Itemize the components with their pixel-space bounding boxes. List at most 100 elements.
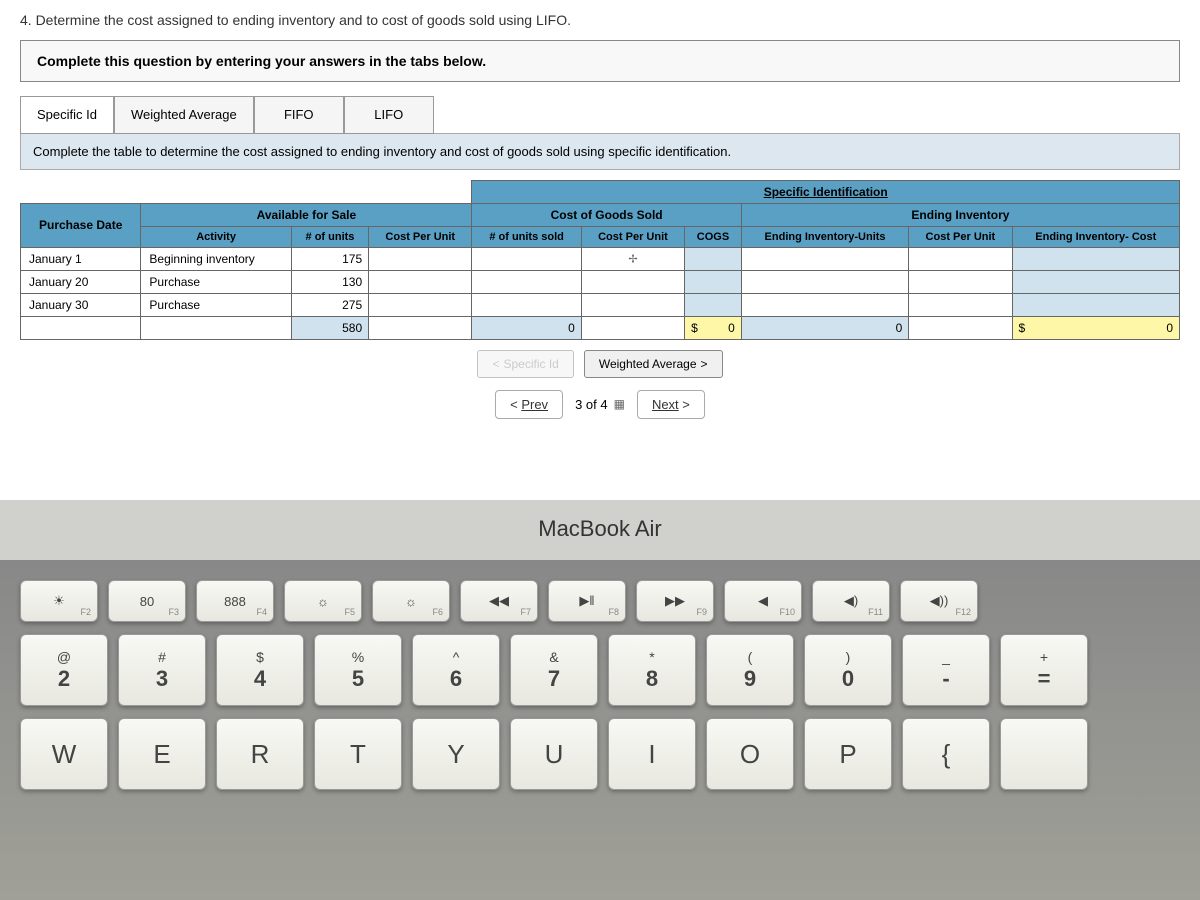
cell-units[interactable]: 175 — [291, 247, 368, 270]
keyboard-number-key: $4 — [216, 634, 304, 706]
cell-total-units: 580 — [291, 316, 368, 339]
col-cpu-end: Cost Per Unit — [909, 226, 1012, 247]
cell-cpu-end[interactable] — [909, 247, 1012, 270]
prev-button[interactable]: < Prev — [495, 390, 563, 419]
cell-units-sold[interactable] — [472, 293, 581, 316]
keyboard-number-key: *8 — [608, 634, 696, 706]
keyboard-fn-key: ◀))F12 — [900, 580, 978, 622]
instruction-box: Complete this question by entering your … — [20, 40, 1180, 82]
prev-tab-button[interactable]: < Specific Id — [477, 350, 573, 378]
cell-units-sold[interactable] — [472, 247, 581, 270]
tabs-row: Specific Id Weighted Average FIFO LIFO — [20, 96, 1180, 134]
col-ending-cost: Ending Inventory- Cost — [1012, 226, 1179, 247]
col-activity: Activity — [141, 226, 291, 247]
keyboard-number-key: @2 — [20, 634, 108, 706]
cell-end-units[interactable] — [741, 270, 908, 293]
chevron-right-icon: > — [682, 397, 690, 412]
cell-date: January 1 — [21, 247, 141, 270]
keyboard-letter-key: I — [608, 718, 696, 790]
keyboard-letter-key: E — [118, 718, 206, 790]
next-button[interactable]: Next > — [637, 390, 705, 419]
pager-info: 3 of 4 ▦ — [575, 397, 625, 412]
section-cogs: Cost of Goods Sold — [472, 203, 741, 226]
cell-units[interactable]: 275 — [291, 293, 368, 316]
tab-weighted-average[interactable]: Weighted Average — [114, 96, 254, 134]
next-label: Next — [652, 397, 679, 412]
cell-activity-blank[interactable] — [141, 316, 291, 339]
cursor-icon: ✢ — [628, 252, 637, 265]
section-available: Available for Sale — [141, 203, 472, 226]
cell-end-units[interactable] — [741, 293, 908, 316]
cell-units[interactable]: 130 — [291, 270, 368, 293]
keyboard-number-key: )0 — [804, 634, 892, 706]
next-tab-label: Weighted Average — [599, 357, 697, 371]
chevron-right-icon: > — [701, 357, 708, 371]
chevron-left-icon: < — [492, 357, 499, 371]
cell-end-cost — [1012, 247, 1179, 270]
keyboard-number-key: &7 — [510, 634, 598, 706]
keyboard-fn-key: ☼F6 — [372, 580, 450, 622]
worksheet-table: Specific Identification Purchase Date Av… — [20, 180, 1180, 340]
question-header: 4. Determine the cost assigned to ending… — [20, 8, 1180, 40]
keyboard-number-key: _- — [902, 634, 990, 706]
cell-blank — [581, 316, 684, 339]
keyboard-letter-key: O — [706, 718, 794, 790]
grid-icon[interactable]: ▦ — [614, 397, 625, 411]
cell-activity[interactable]: Purchase — [141, 293, 291, 316]
keyboard-fn-key: ☀F2 — [20, 580, 98, 622]
col-ending-units: Ending Inventory-Units — [741, 226, 908, 247]
cell-units-sold[interactable] — [472, 270, 581, 293]
tab-specific-id[interactable]: Specific Id — [20, 96, 114, 134]
chevron-left-icon: < — [510, 397, 518, 412]
table-title: Specific Identification — [472, 180, 1180, 203]
cell-cpu-sold[interactable] — [581, 270, 684, 293]
cell-cogs — [685, 293, 742, 316]
keyboard-number-key: ^6 — [412, 634, 500, 706]
cell-total-end-units: 0 — [741, 316, 908, 339]
keyboard-fn-key: ▶▶F9 — [636, 580, 714, 622]
keyboard-number-key: (9 — [706, 634, 794, 706]
prev-tab-label: Specific Id — [504, 357, 559, 371]
cell-cpu[interactable] — [369, 270, 472, 293]
cell-activity[interactable]: Purchase — [141, 270, 291, 293]
keyboard-fn-key: ▶‖F8 — [548, 580, 626, 622]
keyboard-letter-key — [1000, 718, 1088, 790]
table-row: January 30 Purchase 275 — [21, 293, 1180, 316]
cell-blank — [369, 316, 472, 339]
cell-cpu[interactable] — [369, 293, 472, 316]
cell-date-blank — [21, 316, 141, 339]
keyboard-letter-key: R — [216, 718, 304, 790]
keyboard-fn-key: ◀F10 — [724, 580, 802, 622]
cell-end-cost — [1012, 270, 1179, 293]
cell-cpu-end[interactable] — [909, 293, 1012, 316]
cell-date: January 20 — [21, 270, 141, 293]
pager-row: < Prev 3 of 4 ▦ Next > — [20, 390, 1180, 419]
keyboard-letter-key: W — [20, 718, 108, 790]
keyboard-fn-key: ◀◀F7 — [460, 580, 538, 622]
tab-fifo[interactable]: FIFO — [254, 96, 344, 134]
cell-cpu-end[interactable] — [909, 270, 1012, 293]
keyboard-letter-key: { — [902, 718, 990, 790]
cell-end-units[interactable] — [741, 247, 908, 270]
cell-activity[interactable]: Beginning inventory — [141, 247, 291, 270]
pager-count: 3 of 4 — [575, 397, 608, 412]
keyboard-number-key: %5 — [314, 634, 402, 706]
col-purchase-date: Purchase Date — [21, 203, 141, 247]
next-tab-button[interactable]: Weighted Average > — [584, 350, 723, 378]
keyboard: ☀F280F3888F4☼F5☼F6◀◀F7▶‖F8▶▶F9◀F10◀)F11◀… — [0, 560, 1200, 900]
keyboard-letter-key: P — [804, 718, 892, 790]
table-totals-row: 580 0 $0 0 $0 — [21, 316, 1180, 339]
keyboard-letter-key: Y — [412, 718, 500, 790]
col-units-sold: # of units sold — [472, 226, 581, 247]
table-row: January 20 Purchase 130 — [21, 270, 1180, 293]
cell-total-end-cost: $0 — [1012, 316, 1179, 339]
keyboard-fn-key: ☼F5 — [284, 580, 362, 622]
keyboard-letter-key: U — [510, 718, 598, 790]
cell-cogs — [685, 270, 742, 293]
tab-lifo[interactable]: LIFO — [344, 96, 434, 134]
cell-cpu-sold[interactable]: ✢ — [581, 247, 684, 270]
cell-cpu-sold[interactable] — [581, 293, 684, 316]
desk-area: MacBook Air ☀F280F3888F4☼F5☼F6◀◀F7▶‖F8▶▶… — [0, 500, 1200, 900]
cell-cpu[interactable] — [369, 247, 472, 270]
col-num-units: # of units — [291, 226, 368, 247]
